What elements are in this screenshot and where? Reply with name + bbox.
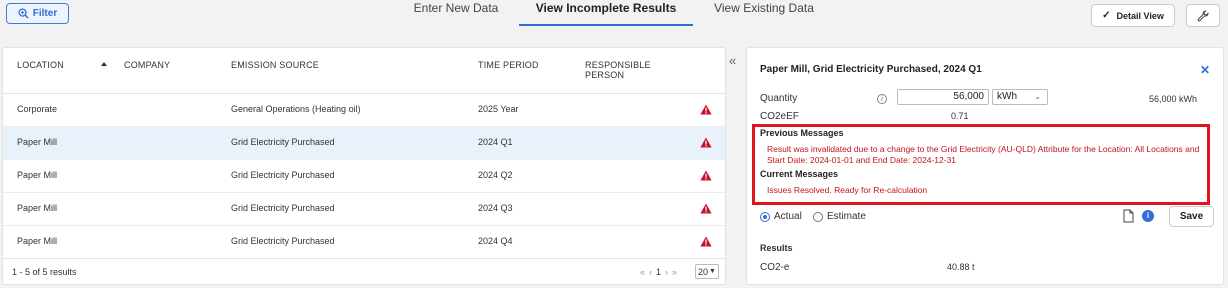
unit-select[interactable]: kWh ⌄ (992, 89, 1048, 105)
detail-view-label: Detail View (1116, 10, 1164, 21)
cell-time-period: 2024 Q2 (478, 170, 513, 180)
info-icon[interactable]: i (877, 94, 887, 104)
header-line: RESPONSIBLE (585, 60, 651, 70)
radio-selected-icon (760, 211, 770, 222)
cell-location: Paper Mill (17, 137, 58, 147)
top-toolbar: Filter Enter New Data View Incomplete Re… (0, 0, 1228, 32)
cell-time-period: 2024 Q4 (478, 236, 513, 246)
zoom-plus-icon (18, 8, 29, 19)
cell-emission-source: Grid Electricity Purchased (231, 137, 335, 147)
save-button[interactable]: Save (1169, 206, 1214, 227)
settings-button[interactable] (1186, 4, 1220, 27)
message-line: Start Date: 2024-01-01 and End Date: 202… (767, 155, 957, 165)
current-page[interactable]: 1 (656, 267, 661, 277)
info-icon[interactable]: i (1142, 210, 1154, 222)
page-size-value: 20 (698, 266, 709, 277)
column-header-company[interactable]: COMPANY (124, 60, 170, 70)
footer-divider (3, 258, 725, 259)
column-header-emission-source[interactable]: EMISSION SOURCE (231, 60, 319, 70)
current-messages-heading: Current Messages (760, 169, 839, 179)
cell-time-period: 2024 Q3 (478, 203, 513, 213)
tab-label: Enter New Data (413, 1, 499, 15)
table-row[interactable]: Paper Mill Grid Electricity Purchased 20… (3, 160, 725, 193)
pagination: « ‹ 1 › » (640, 267, 677, 277)
close-icon[interactable]: ✕ (1200, 63, 1210, 77)
cell-time-period: 2024 Q1 (478, 137, 513, 147)
estimate-radio[interactable]: Estimate (813, 211, 866, 222)
document-icon[interactable] (1123, 209, 1134, 223)
cell-location: Paper Mill (17, 170, 58, 180)
table-row[interactable]: Paper Mill Grid Electricity Purchased 20… (3, 226, 725, 259)
detail-title: Paper Mill, Grid Electricity Purchased, … (760, 64, 982, 75)
header-line: PERSON (585, 70, 625, 80)
column-header-responsible-person[interactable]: RESPONSIBLE PERSON (585, 60, 651, 80)
chevron-down-icon: ⌄ (1034, 92, 1041, 101)
cell-emission-source: Grid Electricity Purchased (231, 203, 335, 213)
page-size-select[interactable]: 20 ▼ (695, 264, 719, 279)
cell-time-period: 2025 Year (478, 104, 519, 114)
results-count: 1 - 5 of 5 results (12, 267, 77, 277)
warning-icon (700, 203, 712, 214)
message-line: Result was invalidated due to a change t… (767, 144, 1200, 154)
check-icon: ✓ (1102, 10, 1111, 21)
co2eef-label: CO2eEF (760, 111, 799, 122)
cell-location: Paper Mill (17, 203, 58, 213)
cell-emission-source: Grid Electricity Purchased (231, 236, 335, 246)
tab-enter-new-data[interactable]: Enter New Data (407, 0, 505, 26)
actual-label: Actual (774, 211, 802, 222)
table-row[interactable]: Paper Mill Grid Electricity Purchased 20… (3, 127, 725, 160)
cell-location: Paper Mill (17, 236, 58, 246)
estimate-label: Estimate (827, 211, 866, 222)
current-message-text: Issues Resolved. Ready for Re-calculatio… (767, 185, 928, 195)
table-row[interactable]: Corporate General Operations (Heating oi… (3, 94, 725, 127)
cell-emission-source: Grid Electricity Purchased (231, 170, 335, 180)
cell-location: Corporate (17, 104, 58, 114)
column-header-location[interactable]: LOCATION (17, 60, 64, 70)
tab-view-incomplete-results[interactable]: View Incomplete Results (531, 0, 681, 26)
result-detail-panel: Paper Mill, Grid Electricity Purchased, … (746, 47, 1224, 285)
collapse-panel-icon[interactable]: « (729, 53, 736, 68)
active-tab-indicator (519, 24, 693, 26)
results-heading: Results (760, 243, 793, 253)
prev-page-button[interactable]: ‹ (649, 267, 652, 277)
co2e-label: CO2-e (760, 262, 790, 273)
warning-icon (700, 236, 712, 247)
previous-message-text: Result was invalidated due to a change t… (767, 144, 1199, 166)
column-header-time-period[interactable]: TIME PERIOD (478, 60, 539, 70)
warning-icon (700, 170, 712, 181)
quantity-summary: 56,000 kWh (1149, 94, 1198, 104)
chevron-down-icon: ▼ (709, 268, 716, 275)
filter-label: Filter (32, 8, 58, 19)
next-page-button[interactable]: › (665, 267, 668, 277)
tab-view-existing-data[interactable]: View Existing Data (708, 0, 820, 26)
previous-messages-heading: Previous Messages (760, 128, 844, 138)
co2e-value: 40.88 t (947, 262, 975, 272)
incomplete-results-table: LOCATION COMPANY EMISSION SOURCE TIME PE… (2, 47, 726, 285)
last-page-button[interactable]: » (672, 267, 677, 277)
table-row[interactable]: Paper Mill Grid Electricity Purchased 20… (3, 193, 725, 226)
cell-emission-source: General Operations (Heating oil) (231, 104, 361, 114)
messages-highlight-box: Previous Messages Result was invalidated… (752, 124, 1210, 205)
unit-value: kWh (997, 91, 1017, 102)
warning-icon (700, 104, 712, 115)
wrench-icon (1197, 9, 1209, 21)
co2eef-value: 0.71 (951, 111, 969, 121)
radio-unselected-icon (813, 211, 823, 222)
quantity-label: Quantity (760, 93, 798, 104)
first-page-button[interactable]: « (640, 267, 645, 277)
sort-ascending-icon[interactable] (101, 62, 107, 66)
tab-label: View Incomplete Results (535, 1, 677, 15)
quantity-input[interactable]: 56,000 (897, 89, 989, 105)
actual-radio[interactable]: Actual (760, 211, 802, 222)
warning-icon (700, 137, 712, 148)
filter-button[interactable]: Filter (6, 3, 69, 24)
tab-label: View Existing Data (714, 1, 814, 15)
detail-view-button[interactable]: ✓ Detail View (1091, 4, 1175, 27)
